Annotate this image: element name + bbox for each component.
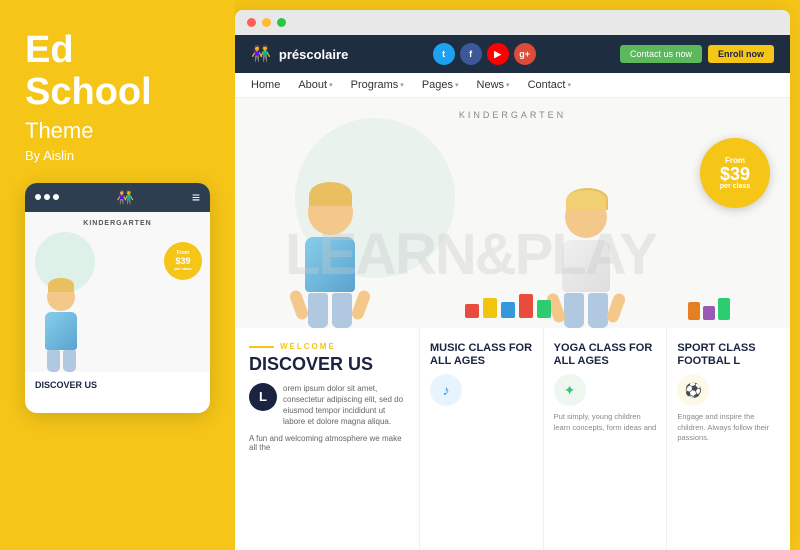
info-card-yoga: YOGA CLASS FOR ALL AGES ✦ Put simply, yo…: [544, 328, 668, 550]
mobile-logo-icon: 👫: [117, 189, 134, 206]
discover-more-text: A fun and welcoming atmosphere we make a…: [249, 434, 405, 452]
mobile-header: 👫 ≡: [25, 183, 210, 212]
hero-label: KINDERGARTEN: [235, 110, 790, 120]
nav-contact[interactable]: Contact ▾: [528, 79, 571, 91]
navbar-brand-area: 👫 préscolaire: [251, 44, 348, 64]
price-per-label: per class: [720, 183, 750, 190]
mobile-hero-section: KINDERGARTEN From $39 per class: [25, 212, 210, 372]
child-arm-right: [350, 289, 372, 321]
discover-text-area: L orem ipsum dolor sit amet, consectetur…: [249, 383, 405, 428]
nav-programs[interactable]: Programs ▾: [351, 79, 404, 91]
navbar-social-links: t f ▶ g+: [433, 43, 536, 65]
info-cards-area: MUSIC CLASS FOR ALL AGES ♪ YOGA CLASS FO…: [420, 328, 790, 550]
dot2: [44, 194, 50, 200]
site-nav-menu: Home About ▾ Programs ▾ Pages ▾ News ▾ C…: [235, 73, 790, 98]
app-author: By Aislin: [25, 148, 210, 163]
discover-initial: L: [249, 383, 277, 411]
welcome-section: WELCOME DISCOVER US L orem ipsum dolor s…: [235, 328, 420, 550]
navbar-brand-text: préscolaire: [279, 47, 348, 62]
contact-button[interactable]: Contact us now: [620, 45, 702, 63]
hero-background-text: LEARN&PLAY: [285, 221, 656, 288]
toy-blocks-right: [688, 298, 730, 320]
yoga-card-title: YOGA CLASS FOR ALL AGES: [554, 342, 657, 368]
discover-body-text: orem ipsum dolor sit amet, consectetur a…: [283, 383, 405, 428]
welcome-label: WELCOME: [249, 342, 405, 351]
child-arm-left: [288, 289, 310, 321]
nav-about[interactable]: About ▾: [298, 79, 332, 91]
toy-blocks: [465, 294, 551, 318]
youtube-icon[interactable]: ▶: [487, 43, 509, 65]
browser-close-dot: [247, 18, 256, 27]
info-card-sport: SPORT CLASS FOOTBAL L ⚽ Engage and inspi…: [667, 328, 790, 550]
site-navbar: 👫 préscolaire t f ▶ g+ Contact us now En…: [235, 35, 790, 73]
child2-arm-right: [605, 292, 627, 324]
enroll-button[interactable]: Enroll now: [708, 45, 774, 63]
info-card-music: MUSIC CLASS FOR ALL AGES ♪: [420, 328, 544, 550]
mobile-kindergarten-label: KINDERGARTEN: [25, 220, 210, 227]
nav-home[interactable]: Home: [251, 79, 280, 91]
welcome-line-decoration: [249, 346, 274, 348]
mobile-price-badge: From $39 per class: [164, 242, 202, 280]
sport-card-title: SPORT CLASS FOOTBAL L: [677, 342, 780, 368]
navbar-cta-buttons: Contact us now Enroll now: [620, 45, 774, 63]
browser-maximize-dot: [277, 18, 286, 27]
music-icon: ♪: [430, 374, 462, 406]
mobile-menu-icon: ≡: [192, 189, 200, 205]
sport-icon: ⚽: [677, 374, 709, 406]
mobile-mockup: 👫 ≡ KINDERGARTEN From $39 per class: [25, 183, 210, 413]
mobile-bottom: DISCOVER US: [25, 372, 210, 398]
app-title: Ed School: [25, 30, 210, 114]
browser-panel: 👫 préscolaire t f ▶ g+ Contact us now En…: [235, 10, 790, 550]
facebook-icon[interactable]: f: [460, 43, 482, 65]
yoga-card-text: Put simply, young children learn concept…: [554, 412, 657, 433]
left-panel: Ed School Theme By Aislin 👫 ≡ KINDERGART…: [0, 0, 235, 550]
music-card-title: MUSIC CLASS FOR ALL AGES: [430, 342, 533, 368]
bottom-content: WELCOME DISCOVER US L orem ipsum dolor s…: [235, 328, 790, 550]
browser-minimize-dot: [262, 18, 271, 27]
discover-title: DISCOVER US: [249, 355, 405, 375]
child-legs: [308, 292, 352, 328]
price-value: $39: [720, 165, 750, 183]
nav-news[interactable]: News ▾: [477, 79, 510, 91]
mobile-discover-title: DISCOVER US: [35, 380, 200, 390]
googleplus-icon[interactable]: g+: [514, 43, 536, 65]
dot3: [53, 194, 59, 200]
twitter-icon[interactable]: t: [433, 43, 455, 65]
dot1: [35, 194, 41, 200]
sport-card-text: Engage and inspire the children. Always …: [677, 412, 780, 444]
mobile-dots: [35, 194, 59, 200]
navbar-logo-icon: 👫: [251, 44, 271, 64]
app-subtitle: Theme: [25, 118, 210, 144]
hero-price-badge: From $39 per class: [700, 138, 770, 208]
yoga-icon: ✦: [554, 374, 586, 406]
nav-pages[interactable]: Pages ▾: [422, 79, 459, 91]
browser-chrome: [235, 10, 790, 35]
hero-section: KINDERGARTEN LEARN&PLAY: [235, 98, 790, 328]
child2-legs: [564, 292, 608, 328]
